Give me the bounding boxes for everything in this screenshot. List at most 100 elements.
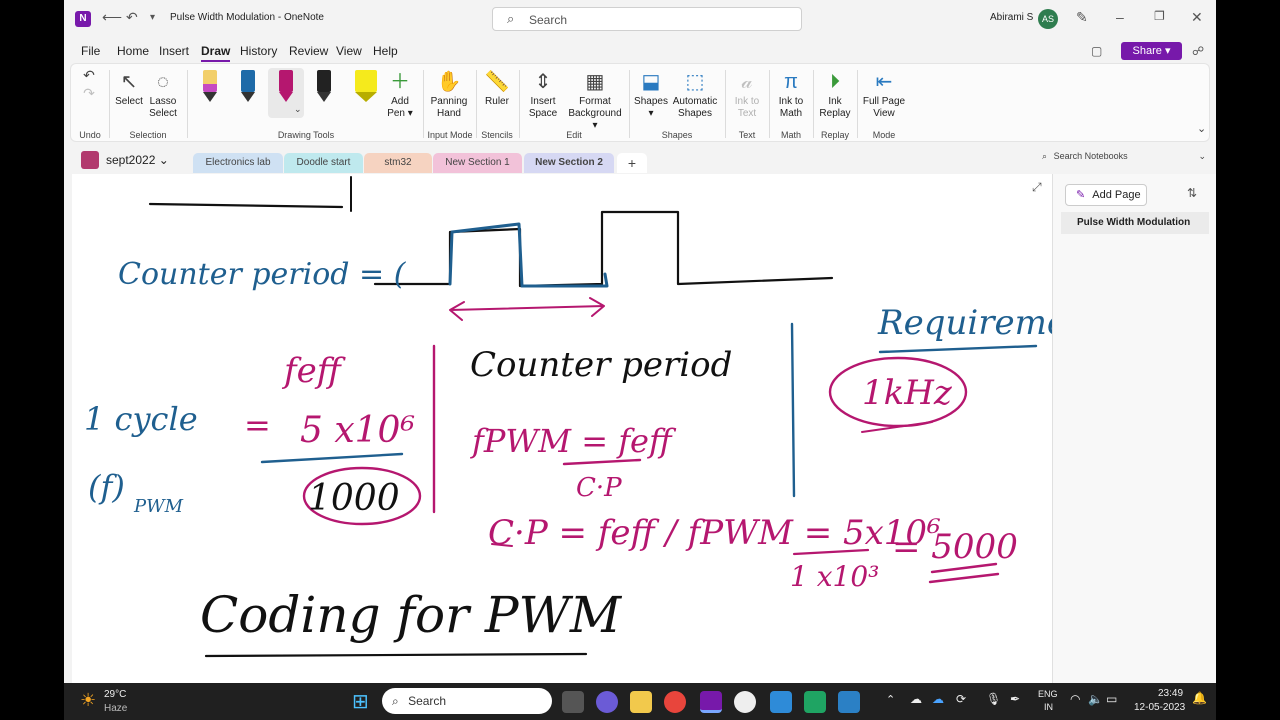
undo-icon[interactable]: ↶ — [126, 9, 138, 26]
file-explorer-icon[interactable] — [630, 691, 652, 713]
highlighter-yellow[interactable] — [355, 70, 377, 102]
chrome-icon[interactable] — [664, 691, 686, 713]
avatar[interactable]: AS — [1038, 9, 1058, 29]
select-button[interactable]: ↖ Select — [115, 68, 143, 108]
page-item[interactable]: Pulse Width Modulation — [1061, 212, 1209, 234]
lasso-select-button[interactable]: ◌ Lasso Select — [147, 68, 179, 120]
page-canvas[interactable]: Counter period = ( feff 5 x10⁶ 1000 1 cy… — [72, 174, 1052, 683]
section-tab-new-section-1[interactable]: New Section 1 — [433, 153, 522, 173]
show-hidden-icons-icon[interactable]: ⌃ — [886, 693, 895, 706]
app-icon-blue[interactable] — [838, 691, 860, 713]
panning-hand-button[interactable]: ✋ Panning Hand — [427, 68, 471, 120]
insert-space-button[interactable]: ⇕ Insert Space — [523, 68, 563, 120]
section-tab-stm32[interactable]: stm32 — [364, 153, 432, 173]
pen-blue[interactable] — [241, 70, 255, 102]
task-view-icon[interactable] — [562, 691, 584, 713]
ink-to-text-label-2: Text — [737, 108, 757, 119]
sticky-notes-icon[interactable]: ▢ — [1091, 44, 1102, 58]
divider-line-2 — [790, 322, 796, 498]
menu-draw[interactable]: Draw — [201, 44, 231, 62]
add-page-button[interactable]: ✎ Add Page — [1065, 184, 1147, 206]
ink-feff: feff — [281, 351, 346, 391]
menu-bar: File Home Insert Draw History Review Vie… — [64, 40, 1216, 62]
menu-home[interactable]: Home — [117, 44, 149, 58]
automatic-shapes-button[interactable]: ⬚ Automatic Shapes — [671, 68, 719, 120]
selection-group-label: Selection — [129, 130, 167, 140]
ink-line-top — [148, 202, 344, 209]
menu-insert[interactable]: Insert — [159, 44, 189, 58]
mode-group-label: Mode — [872, 130, 896, 140]
obs-icon[interactable] — [734, 691, 756, 713]
restore-icon[interactable]: ❐ — [1154, 9, 1165, 23]
onenote-taskbar-icon[interactable] — [700, 691, 722, 713]
insert-space-label-2: Space — [528, 108, 558, 119]
ink-replay-button[interactable]: ⏵ Ink Replay — [817, 68, 853, 120]
auto-shapes-label-1: Automatic — [672, 96, 718, 107]
language-top[interactable]: ENG — [1038, 689, 1058, 699]
panning-label-1: Panning — [430, 96, 468, 107]
pen-yellow[interactable] — [203, 70, 217, 102]
menu-history[interactable]: History — [240, 44, 277, 58]
clock-date[interactable]: 12-05-2023 — [1134, 702, 1185, 713]
full-page-view-button[interactable]: ⇤ Full Page View — [861, 68, 907, 120]
taskbar-search[interactable]: ⌕ Search — [382, 688, 552, 714]
sync-icon[interactable]: ⟳ — [956, 692, 966, 706]
battery-icon[interactable]: ▭ — [1106, 692, 1117, 706]
chat-icon[interactable] — [596, 691, 618, 713]
pen-menu-icon[interactable]: ✒ — [1010, 692, 1020, 706]
onedrive-icon[interactable]: ☁ — [932, 692, 944, 706]
feedback-icon[interactable]: ☍ — [1192, 44, 1204, 58]
add-pen-button[interactable]: ＋ Add Pen ▾ — [385, 68, 415, 120]
pi-icon: π — [784, 71, 798, 93]
format-background-button[interactable]: ▦ Format Background ▾ — [565, 68, 625, 132]
menu-view[interactable]: View — [336, 44, 362, 58]
section-tab-doodle-start[interactable]: Doodle start — [284, 153, 363, 173]
ink-to-text-button[interactable]: 𝒶 Ink to Text — [729, 68, 765, 120]
sort-icon[interactable]: ⇅ — [1187, 186, 1197, 200]
search-scope-dropdown-icon[interactable]: ⌄ — [1198, 151, 1206, 162]
app-icon-green[interactable] — [804, 691, 826, 713]
pen-black[interactable] — [317, 70, 331, 102]
collapse-ribbon-icon[interactable]: ⌄ — [1197, 122, 1206, 135]
close-icon[interactable]: ✕ — [1191, 9, 1203, 26]
search-box[interactable]: ⌕ Search — [492, 7, 802, 31]
ink-to-text-icon: 𝒶 — [741, 71, 753, 93]
expand-icon[interactable]: ⤢ — [1032, 180, 1042, 195]
menu-file[interactable]: File — [81, 44, 100, 58]
cloud-icon[interactable]: ☁ — [910, 692, 922, 706]
add-page-icon: ✎ — [1076, 189, 1086, 201]
section-tab-electronics-lab[interactable]: Electronics lab — [193, 153, 283, 173]
separator — [476, 70, 477, 138]
start-icon[interactable]: ⊞ — [352, 689, 369, 714]
clock-time[interactable]: 23:49 — [1158, 688, 1183, 699]
notifications-icon[interactable]: 🔔 — [1192, 691, 1207, 705]
add-section-button[interactable]: + — [617, 153, 647, 173]
weather-icon[interactable]: ☀ — [80, 690, 96, 711]
language-bottom[interactable]: IN — [1044, 702, 1053, 712]
mic-icon[interactable]: 🎙 — [986, 692, 1001, 706]
pen-settings-icon[interactable]: ✎ — [1076, 9, 1088, 26]
weather-status[interactable]: Haze — [104, 703, 127, 714]
ink-to-math-button[interactable]: π Ink to Math — [773, 68, 809, 120]
ruler-button[interactable]: 📏 Ruler — [479, 68, 515, 108]
search-notebooks-box[interactable]: ⌕ Search Notebooks ⌄ — [1042, 151, 1208, 169]
minimize-icon[interactable]: – — [1116, 9, 1124, 25]
share-button[interactable]: Share ▾ — [1121, 42, 1182, 60]
wifi-icon[interactable]: ◠ — [1070, 692, 1080, 706]
redo-button[interactable]: ↷ — [79, 84, 99, 102]
section-tab-new-section-2[interactable]: New Section 2 — [524, 153, 614, 173]
ide-icon[interactable] — [770, 691, 792, 713]
undo-button[interactable]: ↶ — [79, 66, 99, 84]
menu-help[interactable]: Help — [373, 44, 398, 58]
user-name[interactable]: Abirami S — [990, 12, 1033, 23]
back-icon[interactable]: ⟵ — [102, 9, 122, 26]
quick-access-dropdown-icon[interactable]: ▾ — [150, 12, 155, 23]
pen-dropdown-icon[interactable]: ⌄ — [294, 104, 302, 115]
notebook-name[interactable]: sept2022 ⌄ — [106, 153, 169, 167]
temperature[interactable]: 29°C — [104, 689, 126, 700]
replay-group-label: Replay — [820, 130, 849, 140]
shapes-button[interactable]: ⬓ Shapes ▾ — [633, 68, 669, 120]
menu-review[interactable]: Review — [289, 44, 328, 58]
pen-magenta[interactable] — [279, 70, 293, 102]
volume-icon[interactable]: 🔈 — [1088, 692, 1103, 706]
